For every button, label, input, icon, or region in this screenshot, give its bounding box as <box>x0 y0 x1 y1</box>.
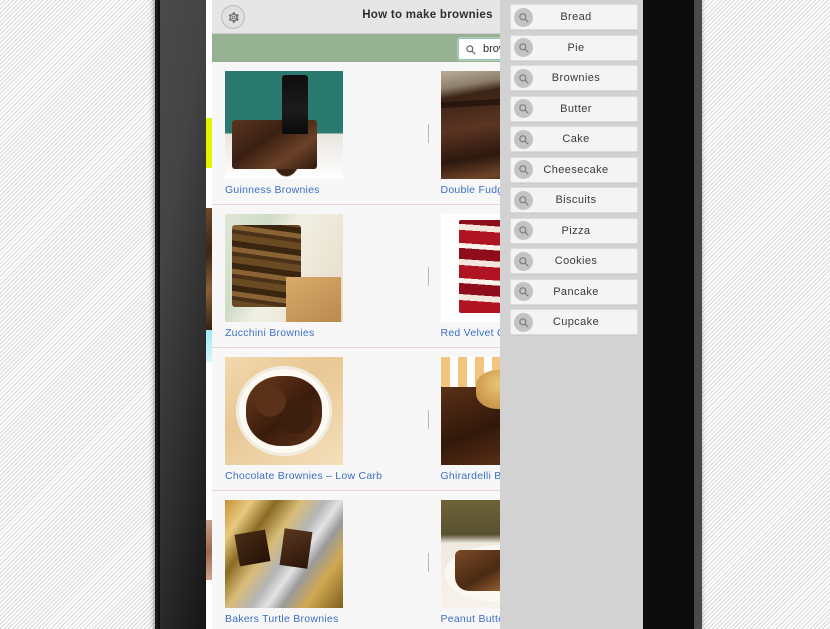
recipe-thumbnail[interactable] <box>225 214 343 322</box>
search-suggestions-list: Bread Pie Brownies Butter Cake Cheesecake Bisc… <box>500 0 643 335</box>
recipe-card[interactable]: Bakers Turtle Brownies <box>212 491 428 629</box>
device-bezel-right <box>643 0 700 629</box>
search-icon <box>514 7 533 27</box>
search-icon <box>514 68 533 88</box>
search-icon <box>514 99 533 118</box>
search-icon <box>514 282 533 301</box>
search-icon <box>514 251 533 271</box>
search-suggestions-panel: Bread Pie Brownies Butter Cake Cheesecake Bisc… <box>500 0 643 629</box>
device-bezel-right-edge <box>694 0 702 629</box>
suggestion-item[interactable]: Cupcake <box>510 309 638 335</box>
search-icon <box>514 160 533 179</box>
search-icon <box>514 129 533 149</box>
search-icon <box>465 44 476 55</box>
recipe-title-link[interactable]: Bakers Turtle Brownies <box>225 613 428 625</box>
suggestion-item[interactable]: Brownies <box>510 65 638 91</box>
search-icon <box>514 312 533 332</box>
suggestion-item[interactable]: Pie <box>510 34 638 61</box>
suggestion-item[interactable]: Cake <box>510 126 638 152</box>
recipe-card[interactable]: Chocolate Brownies – Low Carb <box>212 348 428 490</box>
suggestion-item[interactable]: Butter <box>510 95 638 122</box>
suggestion-item[interactable]: Cookies <box>510 248 638 274</box>
column-divider <box>427 267 429 286</box>
suggestion-item[interactable]: Biscuits <box>510 187 638 213</box>
column-divider <box>427 553 429 572</box>
search-icon <box>514 190 533 210</box>
search-icon <box>514 38 533 57</box>
recipe-card[interactable]: Zucchini Brownies <box>212 205 428 347</box>
suggestion-item[interactable]: Cheesecake <box>510 156 638 183</box>
screenshot-root: How to make brownies Guinness BrowniesDo… <box>0 0 830 629</box>
device-bezel-left <box>160 0 212 629</box>
recipe-thumbnail[interactable] <box>225 500 343 608</box>
recipe-title-link[interactable]: Guinness Brownies <box>225 184 428 196</box>
recipe-title-link[interactable]: Zucchini Brownies <box>225 327 428 339</box>
search-icon <box>514 221 533 240</box>
suggestion-item[interactable]: Pizza <box>510 217 638 244</box>
column-divider <box>427 124 429 143</box>
suggestion-item[interactable]: Pancake <box>510 278 638 305</box>
recipe-thumbnail[interactable] <box>225 71 343 179</box>
recipe-title-link[interactable]: Chocolate Brownies – Low Carb <box>225 470 428 482</box>
recipe-card[interactable]: Guinness Brownies <box>212 62 428 204</box>
device-frame-edge <box>155 0 158 629</box>
suggestion-item[interactable]: Bread <box>510 4 638 30</box>
recipe-thumbnail[interactable] <box>225 357 343 465</box>
column-divider <box>427 410 429 429</box>
